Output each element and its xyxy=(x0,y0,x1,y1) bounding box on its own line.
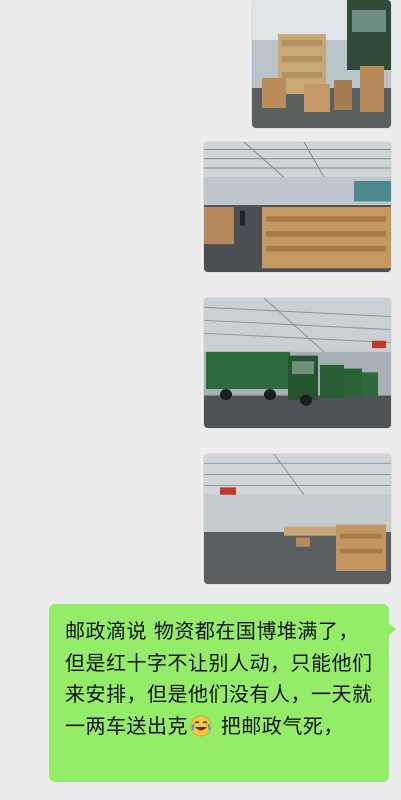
photo-message-warehouse-boxes[interactable] xyxy=(252,0,391,128)
photo-message-hall-boxes[interactable] xyxy=(204,142,391,272)
chat-window: 邮政滴说 物资都在国博堆满了，但是红十字不让别人动，只能他们来安排，但是他们没有… xyxy=(0,0,401,800)
photo-message-empty-hall[interactable] xyxy=(204,454,391,584)
hall-boxes-image xyxy=(204,142,391,272)
message-text: 邮政滴说 物资都在国博堆满了，但是红十字不让别人动，只能他们来安排，但是他们没有… xyxy=(65,616,375,742)
text-message-bubble[interactable]: 邮政滴说 物资都在国博堆满了，但是红十字不让别人动，只能他们来安排，但是他们没有… xyxy=(49,604,396,782)
crying-laughing-emoji-icon xyxy=(190,715,212,736)
photo-message-postal-trucks[interactable] xyxy=(204,298,391,428)
empty-hall-image xyxy=(204,454,391,584)
postal-trucks-image xyxy=(204,298,391,428)
message-text-part-2: 把邮政气死， xyxy=(214,713,344,738)
warehouse-boxes-image xyxy=(252,0,391,128)
